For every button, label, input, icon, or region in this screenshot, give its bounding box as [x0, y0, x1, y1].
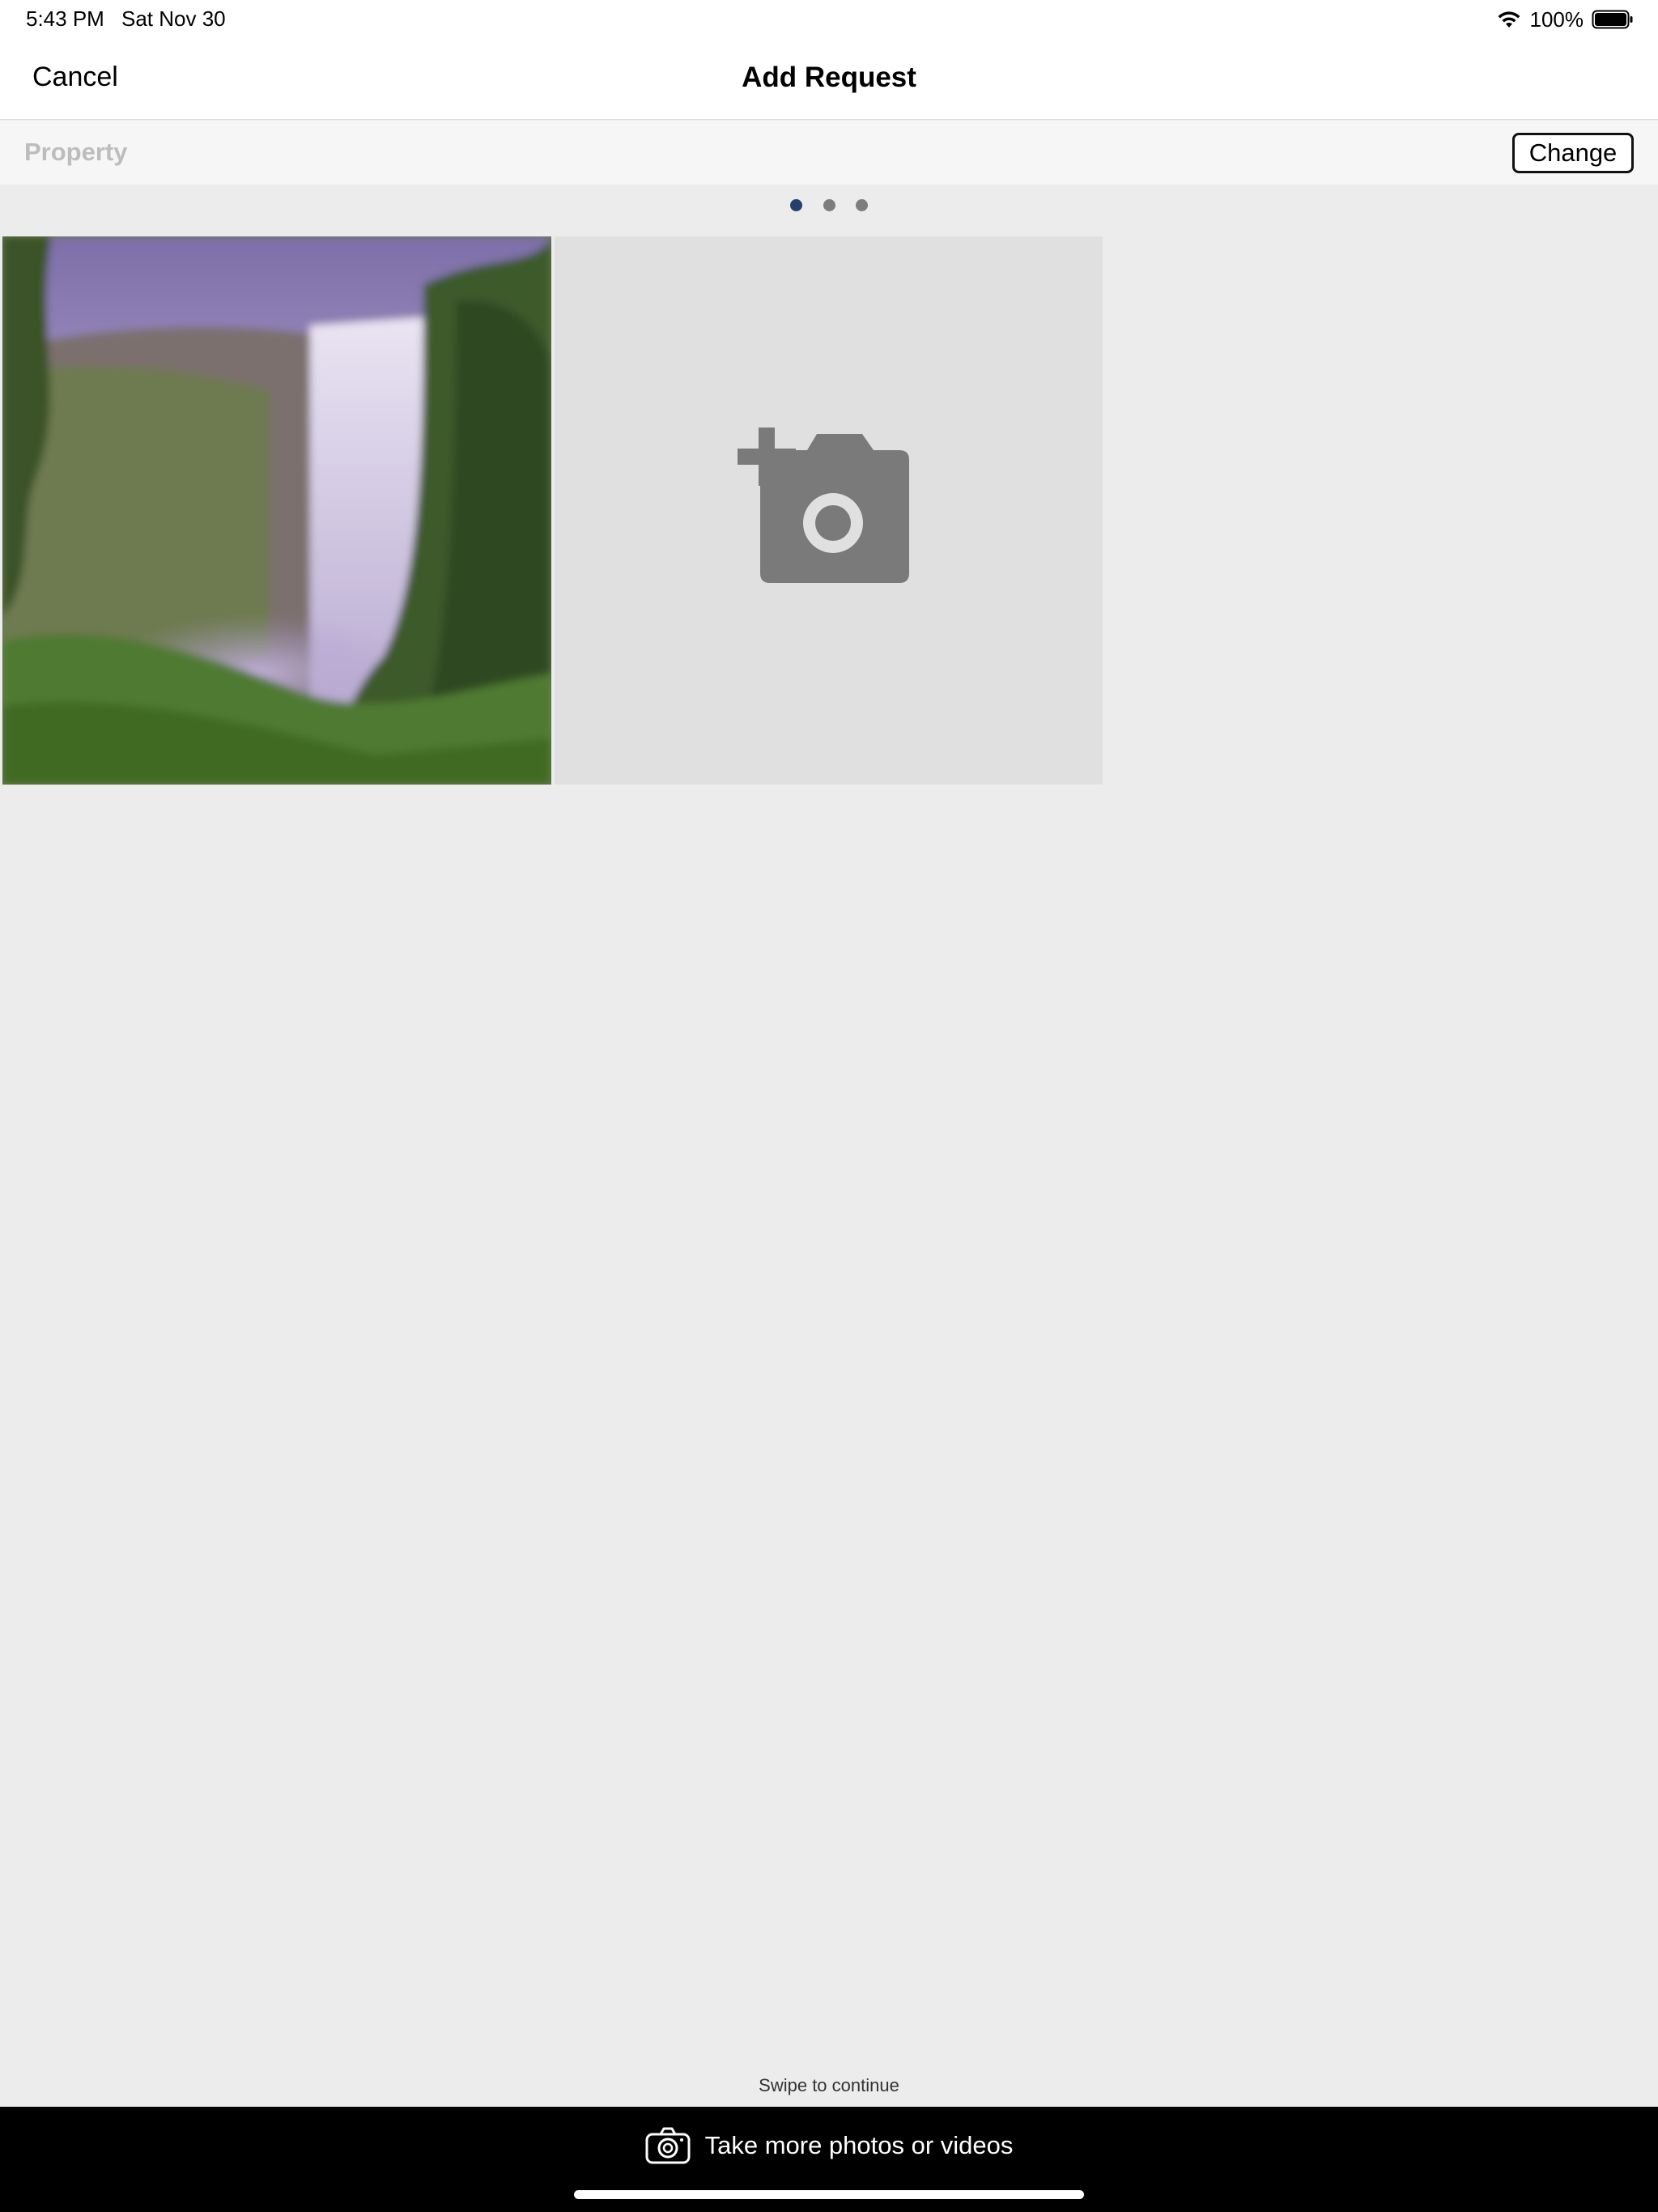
status-indicators: 100%	[1496, 6, 1635, 32]
wifi-icon	[1498, 11, 1520, 28]
battery-icon	[1592, 10, 1633, 29]
photo-thumbnail-waterfall[interactable]	[2, 236, 551, 785]
nav-bar: Cancel Add Request	[0, 39, 1658, 120]
property-row: Property Change	[0, 121, 1658, 185]
swipe-hint: Swipe to continue	[759, 2075, 899, 2095]
add-photo-tile[interactable]	[555, 236, 1103, 785]
page-indicator[interactable]	[790, 198, 868, 212]
property-label: Property	[24, 138, 128, 166]
page-dot-3[interactable]	[856, 198, 868, 211]
camera-icon	[645, 2127, 691, 2164]
page-title: Add Request	[742, 62, 916, 93]
status-date: Sat Nov 30	[121, 6, 226, 31]
status-time: 5:43 PM	[26, 6, 104, 31]
change-property-button[interactable]: Change	[1512, 133, 1634, 173]
battery-percent: 100%	[1529, 6, 1584, 32]
page-dot-2[interactable]	[823, 198, 835, 211]
home-indicator[interactable]	[574, 2190, 1084, 2199]
page-dot-1[interactable]	[790, 198, 802, 211]
add-photo-icon	[738, 428, 909, 583]
take-more-photos-button[interactable]: Take more photos or videos	[0, 2121, 1658, 2170]
waterfall-photo	[2, 236, 551, 785]
bottom-bar: Take more photos or videos	[0, 2107, 1658, 2212]
status-bar: 5:43 PM Sat Nov 30 100%	[0, 0, 1658, 39]
take-more-photos-label: Take more photos or videos	[704, 2131, 1014, 2159]
